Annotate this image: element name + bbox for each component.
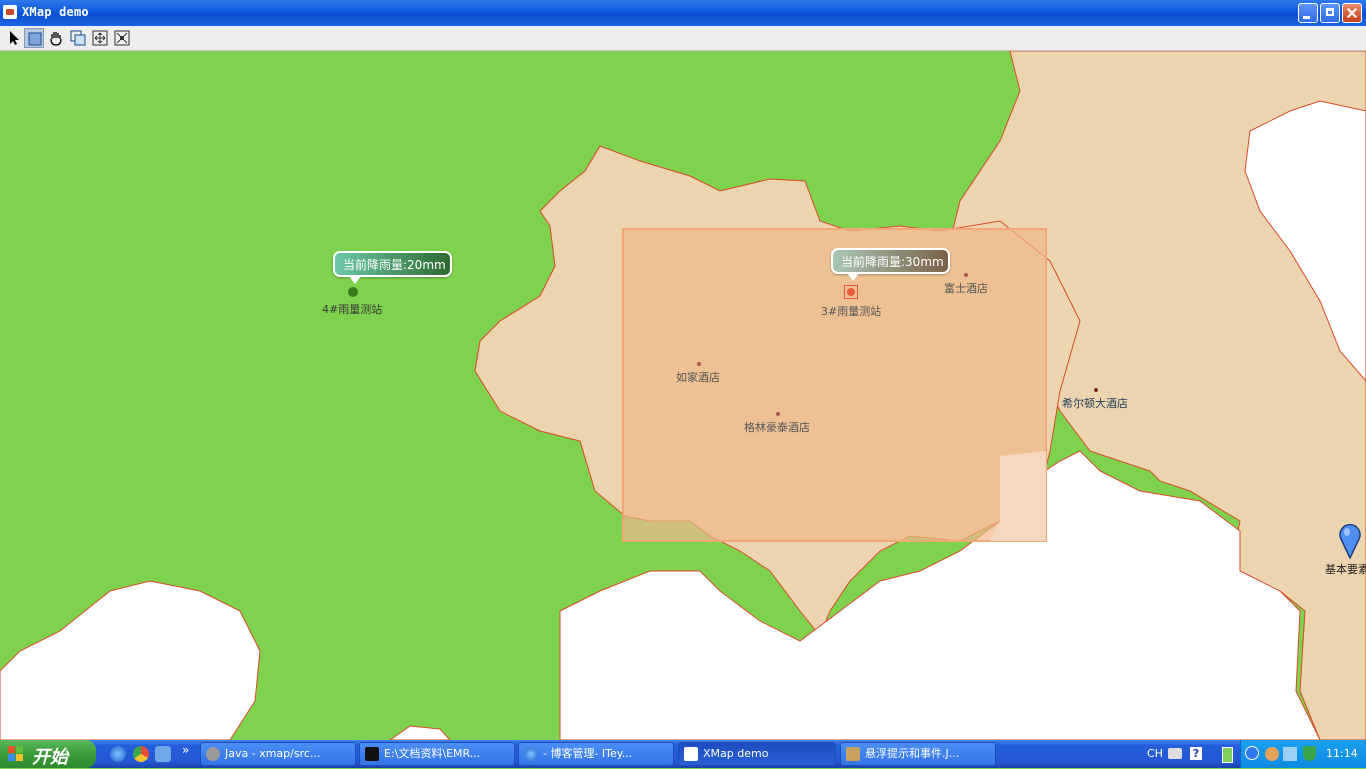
hotel-label-rujia: 如家酒店 <box>676 371 720 384</box>
taskbar: 开始 » Java - xmap/src... E:\文档资料\EMR... -… <box>0 740 1366 768</box>
restore-button[interactable] <box>1320 3 1340 23</box>
rectangle-select-icon <box>28 32 42 46</box>
title-bar: XMap demo <box>0 0 1366 26</box>
marker-label: 基本要素 <box>1325 563 1366 576</box>
hotel-label-greentree: 格林豪泰酒店 <box>744 421 810 434</box>
window-title: XMap demo <box>22 5 89 19</box>
full-extent-icon <box>92 30 108 46</box>
ie-icon[interactable] <box>110 746 126 762</box>
java-app-icon <box>684 747 698 761</box>
security-shield-icon[interactable] <box>1303 746 1316 761</box>
hotel-marker-icon[interactable] <box>1094 388 1098 392</box>
hotel-marker-icon[interactable] <box>964 273 968 277</box>
station-3-marker-icon[interactable] <box>847 288 855 296</box>
station-4-marker-icon[interactable] <box>348 287 358 297</box>
chrome-icon[interactable] <box>133 746 149 762</box>
ie-icon <box>524 747 538 761</box>
hotel-marker-icon[interactable] <box>776 412 780 416</box>
hotel-label-fuji: 富士酒店 <box>944 282 988 295</box>
zoom-window-tool-button[interactable] <box>68 28 88 48</box>
quick-launch-more[interactable]: » <box>182 743 189 757</box>
start-button[interactable]: 开始 <box>0 740 96 768</box>
document-icon <box>846 747 860 761</box>
station-4-label: 4#雨量测站 <box>322 303 383 316</box>
eclipse-icon <box>206 747 220 761</box>
taskbar-button-xmap[interactable]: XMap demo <box>678 742 836 766</box>
battery-icon <box>1222 747 1233 763</box>
close-button[interactable] <box>1342 3 1362 23</box>
java-app-icon <box>3 5 17 19</box>
taskbar-button-cmd[interactable]: E:\文档资料\EMR... <box>359 742 515 766</box>
tray-expand-icon[interactable] <box>1245 746 1259 760</box>
map-toolbar <box>0 26 1366 51</box>
minimize-button[interactable] <box>1298 3 1318 23</box>
help-icon[interactable]: ? <box>1190 747 1202 760</box>
network-icon[interactable] <box>1283 747 1297 761</box>
zoom-fit-icon <box>114 30 130 46</box>
map-canvas[interactable]: 当前降雨量:20mm 4#雨量测站 当前降雨量:30mm 3#雨量测站 富士酒店… <box>0 51 1366 740</box>
clock[interactable]: 11:14 <box>1326 747 1358 760</box>
rainfall-tooltip-station-4: 当前降雨量:20mm <box>333 251 452 284</box>
rainfall-tooltip-station-3: 当前降雨量:30mm <box>831 248 950 281</box>
cmd-icon <box>365 747 379 761</box>
taskbar-button-java[interactable]: Java - xmap/src... <box>200 742 356 766</box>
refresh-icon[interactable] <box>155 746 171 762</box>
windows-flag-icon <box>8 746 24 762</box>
hotel-label-hilton: 希尔顿大酒店 <box>1062 397 1128 410</box>
map-pin-icon[interactable] <box>1338 523 1362 559</box>
arrow-cursor-icon <box>10 31 19 45</box>
station-3-label: 3#雨量测站 <box>821 305 882 318</box>
map-regions <box>0 51 1366 740</box>
taskbar-button-tooltip-doc[interactable]: 悬浮提示和事件.J... <box>840 742 996 766</box>
pan-tool-button[interactable] <box>46 28 66 48</box>
zoom-fit-tool-button[interactable] <box>112 28 132 48</box>
hotel-marker-icon[interactable] <box>697 362 701 366</box>
keyboard-icon[interactable] <box>1168 748 1182 759</box>
users-icon[interactable] <box>1265 747 1279 761</box>
taskbar-button-blog[interactable]: - 博客管理- ITey... <box>518 742 674 766</box>
language-indicator[interactable]: CH <box>1147 747 1163 760</box>
zoom-window-icon <box>70 30 86 46</box>
hand-pan-icon <box>50 32 62 46</box>
start-label: 开始 <box>32 747 68 768</box>
full-extent-tool-button[interactable] <box>90 28 110 48</box>
rectangle-select-tool-button[interactable] <box>24 28 44 48</box>
select-tool-button[interactable] <box>3 28 23 48</box>
